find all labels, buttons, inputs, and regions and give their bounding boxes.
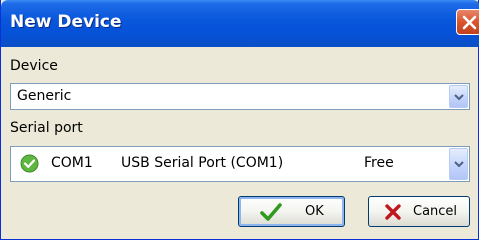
device-select[interactable]: Generic <box>10 83 470 110</box>
cancel-button-label: Cancel <box>413 204 458 219</box>
device-select-value: Generic <box>17 88 72 104</box>
window-title: New Device <box>10 12 122 32</box>
device-dropdown-button[interactable] <box>449 85 468 108</box>
ok-button-label: OK <box>305 204 324 219</box>
serial-port-description: USB Serial Port (COM1) <box>121 155 284 171</box>
checkmark-icon <box>260 203 282 221</box>
new-device-dialog: New Device Device Generic Serial port CO… <box>0 0 479 240</box>
ok-button[interactable]: OK <box>238 196 345 227</box>
close-icon <box>462 15 477 30</box>
chevron-down-icon <box>454 161 464 168</box>
device-label: Device <box>10 58 58 74</box>
serial-port-status: Free <box>364 155 394 171</box>
red-x-icon <box>385 204 401 220</box>
cancel-button[interactable]: Cancel <box>368 196 470 227</box>
serial-port-name: COM1 <box>51 155 93 171</box>
serial-port-label: Serial port <box>10 120 83 136</box>
close-button[interactable] <box>456 9 479 35</box>
chevron-down-icon <box>454 94 464 101</box>
serial-port-dropdown-button[interactable] <box>449 148 468 180</box>
green-check-circle-icon <box>20 154 39 173</box>
title-bar[interactable]: New Device <box>1 0 479 47</box>
serial-port-select[interactable]: COM1 USB Serial Port (COM1) Free <box>10 146 470 182</box>
